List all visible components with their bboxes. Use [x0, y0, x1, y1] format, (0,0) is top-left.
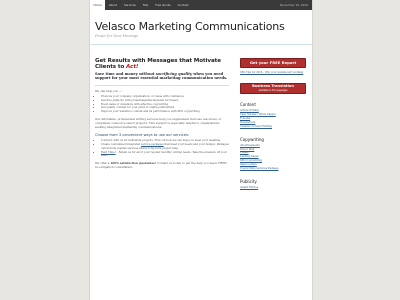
list-item: Improve your website's content and its p… [101, 110, 229, 114]
list-item: Rent Time! – Retain us for all of your r… [101, 151, 229, 159]
option-text: – Retain us for all of your regular mont… [101, 150, 227, 158]
page-heading: Get Results with Messages that Motivate … [95, 58, 229, 70]
benefits-list: Promote your company, organization, or c… [95, 95, 229, 114]
intro-paragraph: Our affordable, professional writing ser… [95, 116, 222, 130]
nav-item-faq[interactable]: FAQ [139, 0, 151, 10]
guarantee-paragraph: We offer a 100% satisfaction guarantee! … [95, 161, 229, 169]
content-heading: Content [240, 102, 256, 108]
divider [95, 84, 229, 86]
nav-item-contact[interactable]: Contact [174, 0, 192, 10]
sidebar-link[interactable]: Copywriting Services Package [240, 167, 310, 171]
lead-paragraph: Save time and money without sacrificing … [95, 72, 229, 81]
copywriting-links: Advertisements Direct Mail Emails Landin… [240, 144, 310, 171]
publicity-links: Award Entries [240, 186, 310, 190]
options-subheading: Choose from 3 convenient ways to use our… [95, 133, 190, 138]
site-tagline: Power for Your Message [95, 34, 139, 38]
nav-date: November 19, 2016 [280, 3, 308, 7]
sidebar-link[interactable]: Creative Content Writing [240, 125, 310, 129]
site-header: Velasco Marketing Communications Power f… [90, 10, 312, 45]
nav-item-home[interactable]: Home [90, 0, 106, 10]
page-frame: Home About Services FAQ Free Quote Conta… [89, 0, 313, 300]
nav-item-services[interactable]: Services [121, 0, 140, 10]
free-report-button[interactable]: Get your FREE Report [240, 58, 306, 68]
sidebar: Get your FREE Report SEO Tips for 2016 –… [240, 58, 310, 190]
site-title[interactable]: Velasco Marketing Communications [95, 20, 307, 33]
copywriting-heading: Copywriting [240, 136, 264, 142]
report-note-link[interactable]: SEO Tips for 2016 – Why your website isn… [240, 71, 310, 74]
nav-item-free-quote[interactable]: Free Quote [152, 0, 174, 10]
publicity-heading: Publicity [240, 178, 257, 184]
business-translation-button[interactable]: Business Translation Available in 30 Lan… [240, 83, 306, 95]
sidebar-link[interactable]: Award Entries [240, 186, 310, 190]
options-list: Contract with us for individual projects… [95, 139, 229, 158]
service-packages-link[interactable]: service packages [141, 143, 164, 146]
list-item: Create customized integrated service pac… [101, 143, 229, 151]
page-heading-emphasis: Act! [126, 64, 139, 70]
top-nav: Home About Services FAQ Free Quote Conta… [90, 0, 312, 10]
option-text: Create customized integrated [101, 143, 141, 147]
page-heading-text: Get Results with Messages that Motivate … [95, 58, 221, 70]
lead-text-start: Save time and money [95, 72, 138, 76]
nav-item-about[interactable]: About [105, 0, 120, 10]
main-content: Get Results with Messages that Motivate … [95, 58, 229, 170]
lead-text-emphasis: without sacrificing quality [139, 72, 193, 76]
translation-subtitle: Available in 30 Languages [258, 89, 288, 93]
content-links: Article Writing Case Studies / White Pap… [240, 109, 310, 128]
can-help-label: We can help you — [95, 88, 122, 93]
